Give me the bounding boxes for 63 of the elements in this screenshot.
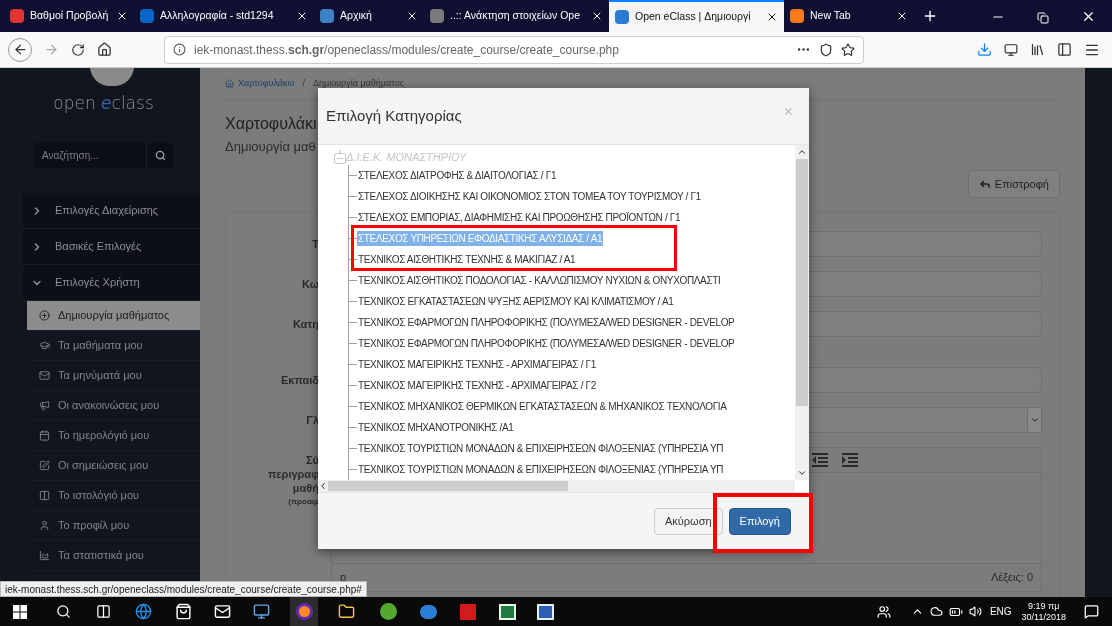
menu-item-label: Το ημερολόγιό μου — [58, 428, 150, 444]
browser-tab[interactable]: Αλληλογραφία - std1294 — [134, 0, 314, 32]
tab-title: Βαθμοί Προβολή — [30, 8, 110, 24]
menu-item-label: Οι σημειώσεις μου — [58, 458, 149, 474]
url-text: iek-monast.thess.sch.gr/openeclass/modules/create_course/create_course.php — [194, 41, 620, 59]
tree-item[interactable]: ΤΕΧΝΙΚΟΣ ΑΙΣΘΗΤΙΚΗΣ ΤΕΧΝΗΣ & ΜΑΚΙΓΙΑΖ / Α1 — [357, 252, 577, 267]
tree-item[interactable]: ΤΕΧΝΙΚΟΣ ΕΓΚΑΤΑΣΤΑΣΕΩΝ ΨΥΞΗΣ ΑΕΡΙΣΜΟΥ ΚΑΙ ΚΛΙΜΑΤΙΣΜΟΥ / Α1 — [357, 294, 675, 309]
status-url: iek-monast.thess.sch.gr/openeclass/modules/create_course/create_course.php# — [0, 581, 367, 597]
tree-item[interactable]: ΣΤΕΛΕΧΟΣ ΔΙΑΤΡΟΦΗΣ & ΔΙΑΙΤΟΛΟΓΙΑΣ / Γ1 — [357, 168, 558, 183]
tree-item[interactable]: ΣΤΕΛΕΧΟΣ ΔΙΟΙΚΗΣΗΣ ΚΑΙ ΟΙΚΟΝΟΜΙΟΣ ΣΤΟΝ ΤΟΜΕΑ ΤΟΥ ΤΟΥΡΙΣΜΟΥ / Γ1 — [357, 189, 702, 204]
menu-group-header[interactable]: Επιλογές Διαχείρισης — [23, 193, 200, 229]
page-subtitle: Δημιουργία μαθ — [225, 138, 316, 157]
tab-title: Open eClass | Δημιουργί — [635, 9, 752, 25]
word-count: Λέξεις: 0 — [990, 570, 1033, 586]
dialog-title: Επιλογή Κατηγορίας — [326, 105, 463, 126]
menu-item-label: Το ιστολόγιό μου — [58, 488, 140, 504]
tree-item[interactable]: ΤΕΧΝΙΚΟΣ ΜΗΧΑΝΙΚΟΣ ΘΕΡΜΙΚΩΝ ΕΓΚΑΤΑΣΤΑΣΕΩΝ & ΜΗΧΑΝΙΚΟΣ ΤΕΧΝΟΛΟΓΙΑ — [357, 399, 728, 414]
browser-tab[interactable]: ..:: Ανάκτηση στοιχείων Ope — [424, 0, 609, 32]
menu-item-label: Δημιουργία μαθήματος — [58, 308, 170, 324]
menu-group-label: Επιλογές Χρήστη — [55, 275, 140, 291]
tree-item[interactable]: ΤΕΧΝΙΚΟΣ ΜΗΧΑΝΟΤΡΟΝΙΚΗΣ /Α1 — [357, 420, 515, 435]
language-indicator[interactable]: ENG — [989, 604, 1012, 619]
browser-tab[interactable]: New Tab — [784, 0, 914, 32]
tree-item[interactable]: ΤΕΧΝΙΚΟΣ ΑΙΣΘΗΤΙΚΟΣ ΠΟΔΟΛΟΓΙΑΣ - ΚΑΛΛΩΠΙΣΜΟΥ ΝΥΧΙΩΝ & ΟΝΥΧΟΠΛΑΣΤΙ — [357, 273, 722, 288]
tree-item[interactable]: ΣΤΕΛΕΧΟΣ ΕΜΠΟΡΙΑΣ, ΔΙΑΦΗΜΙΣΗΣ ΚΑΙ ΠΡΟΩΘΗΣΗΣ ΠΡΟΪΟΝΤΩΝ / Γ1 — [357, 210, 682, 225]
browser-tab[interactable]: Open eClass | Δημιουργί — [609, 0, 784, 32]
select-button[interactable]: Επιλογή — [728, 507, 791, 535]
tab-title: ..:: Ανάκτηση στοιχείων Ope — [450, 8, 581, 24]
menu-item-label: Τα μαθήματα μου — [58, 338, 143, 354]
menu-item[interactable]: Δημιουργία μαθήματος — [27, 301, 200, 331]
field-label: Εκπαιδ — [280, 373, 319, 387]
menu-group-label: Επιλογές Διαχείρισης — [55, 203, 159, 219]
field-label: Σύ περιγραφ μαθή (προαιρ — [267, 453, 319, 508]
clock-date[interactable]: 30/11/2018 — [1021, 611, 1066, 623]
tab-title: New Tab — [810, 8, 852, 24]
menu-group-header[interactable]: Επιλογές Χρήστη — [23, 265, 200, 301]
browser-tab[interactable]: Βαθμοί Προβολή — [4, 0, 134, 32]
menu-item-label: Τα μηνύματά μου — [58, 368, 142, 384]
back-button[interactable]: Επιστροφή — [967, 170, 1060, 199]
menu-item-label: Οι ανακοινώσεις μου — [58, 398, 160, 414]
tree-item[interactable]: ΤΕΧΝΙΚΟΣ ΜΑΓΕΙΡΙΚΗΣ ΤΕΧΝΗΣ - ΑΡΧΙΜΑΓΕΙΡΑΣ / Γ1 — [357, 357, 597, 372]
menu-group-header[interactable]: Βασικές Επιλογές — [23, 229, 200, 265]
tab-title: Αρχική — [340, 8, 373, 24]
browser-tab[interactable]: Αρχική — [314, 0, 424, 32]
cancel-button[interactable]: Ακύρωση — [653, 507, 723, 535]
menu-group-label: Βασικές Επιλογές — [55, 239, 142, 255]
menu-item-label: Το προφίλ μου — [58, 518, 130, 534]
field-label: Γλ — [306, 413, 319, 427]
clock-time[interactable]: 9:19 πμ — [1028, 600, 1060, 612]
page-title: Χαρτοφυλάκι — [225, 114, 317, 135]
tree-item[interactable]: ΤΕΧΝΙΚΟΣ ΜΑΓΕΙΡΙΚΗΣ ΤΕΧΝΗΣ - ΑΡΧΙΜΑΓΕΙΡΑΣ / Γ2 — [357, 378, 597, 393]
breadcrumb-separator: / — [302, 76, 305, 90]
field-label: Κω — [302, 277, 319, 291]
tab-title: Αλληλογραφία - std1294 — [160, 8, 275, 24]
tree-item[interactable]: ΤΕΧΝΙΚΟΣ ΕΦΑΡΜΟΓΩΝ ΠΛΗΡΟΦΟΡΙΚΗΣ (ΠΟΛΥΜΕΣΑ/WED DESIGNER - DEVELOP — [357, 315, 736, 330]
menu-item-label: Τα στατιστικά μου — [58, 548, 144, 564]
address-bar[interactable]: iek-monast.thess.sch.gr/openeclass/modules/create_course/create_course.php — [164, 35, 864, 64]
tree-item[interactable]: ΤΕΧΝΙΚΟΣ ΤΟΥΡΙΣΤΙΩΝ ΜΟΝΑΔΩΝ & ΕΠΙΧΕΙΡΗΣΕΩΝ ΦΙΛΟΞΕΝΙΑΣ (ΥΠΗΡΕΣΙΑ ΥΠ — [357, 462, 725, 477]
logo-text: open eclass — [53, 92, 154, 115]
field-label: Κατη — [292, 317, 319, 331]
tree-item[interactable]: ΤΕΧΝΙΚΟΣ ΕΦΑΡΜΟΓΩΝ ΠΛΗΡΟΦΟΡΙΚΗΣ (ΠΟΛΥΜΕΣΑ/WED DESIGNER - DEVELOP — [357, 336, 736, 351]
search-field[interactable]: Αναζήτηση... — [34, 143, 146, 168]
breadcrumb-current: Δημιουργία μαθήματος — [313, 76, 404, 90]
